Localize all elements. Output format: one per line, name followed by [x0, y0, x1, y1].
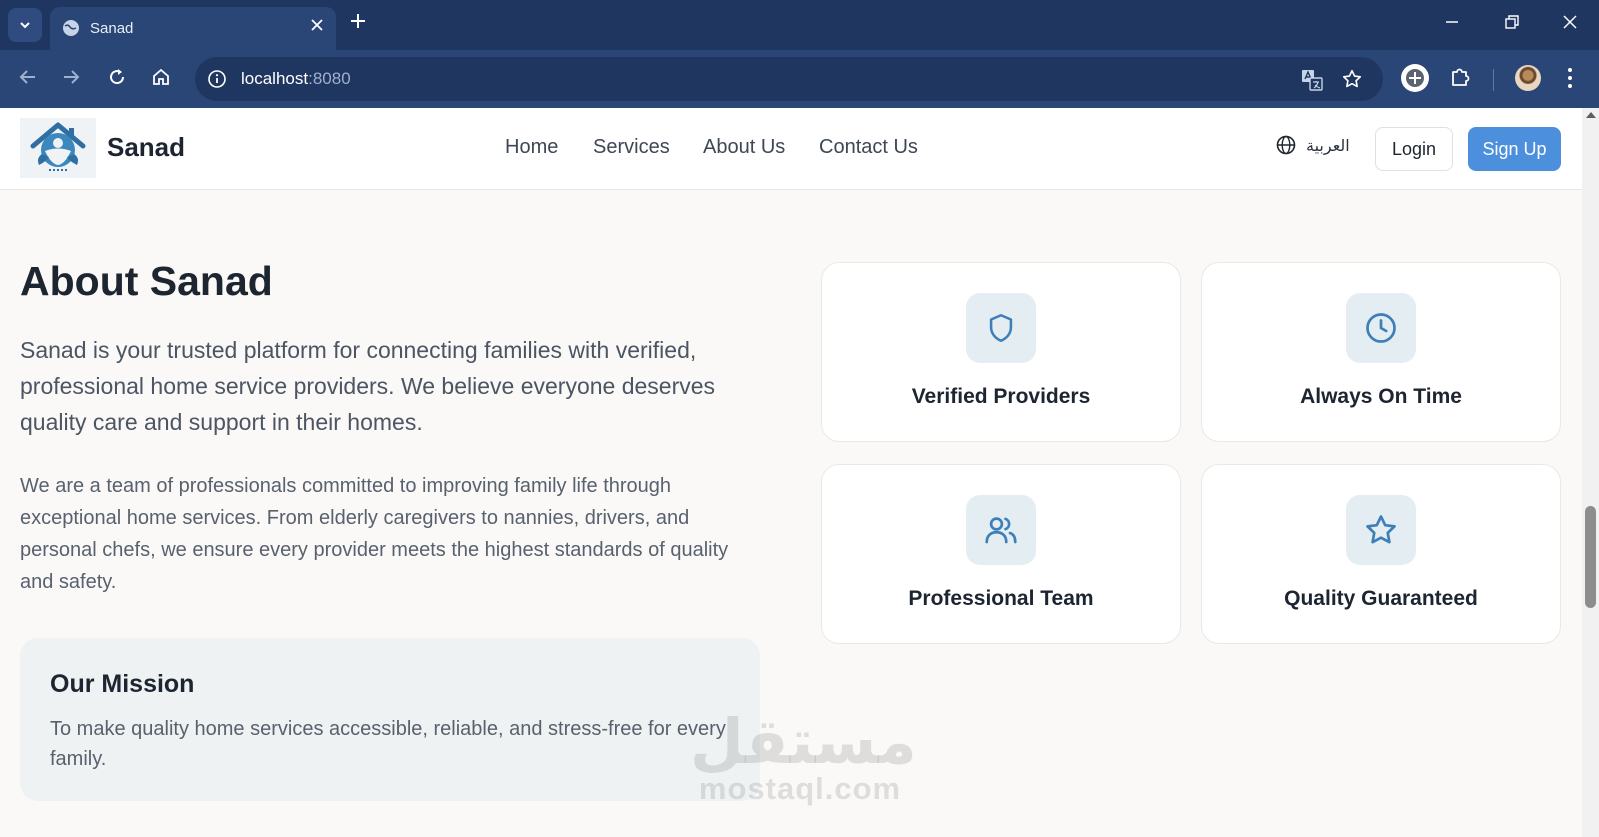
- feature-card-verified-providers: Verified Providers: [821, 262, 1181, 442]
- feature-label: Quality Guaranteed: [1284, 587, 1478, 610]
- watermark-latin: mostaql.com: [698, 771, 902, 806]
- scroll-up-arrow-icon[interactable]: [1586, 112, 1596, 118]
- back-arrow-icon[interactable]: [18, 67, 38, 87]
- site-header: Sanad Home Services About Us Contact Us …: [0, 108, 1582, 190]
- address-bar[interactable]: localhost:8080: [195, 57, 1383, 101]
- about-body-paragraph: We are a team of professionals committed…: [20, 475, 729, 593]
- browser-toolbar: localhost:8080: [0, 50, 1599, 108]
- mission-title: Our Mission: [50, 670, 195, 698]
- browser-tab[interactable]: Sanad: [50, 7, 336, 50]
- feature-icon-box: [1346, 495, 1416, 565]
- new-tab-icon[interactable]: [350, 13, 366, 29]
- nav-link-home[interactable]: Home: [505, 136, 558, 159]
- clock-icon: [1366, 313, 1396, 343]
- watermark-arabic: مستقل: [690, 705, 917, 778]
- forward-arrow-icon[interactable]: [61, 67, 81, 87]
- feature-label: Always On Time: [1300, 385, 1462, 408]
- shield-icon: [989, 313, 1013, 343]
- chevron-down-icon: [20, 22, 30, 29]
- feature-label: Professional Team: [908, 587, 1094, 610]
- users-icon: [985, 517, 1017, 544]
- browser-tab-bar: Sanad: [0, 0, 1599, 50]
- url-text: localhost:8080: [241, 69, 351, 89]
- mission-card: Our Mission To make quality home service…: [20, 638, 760, 801]
- window-close-icon[interactable]: [1563, 15, 1577, 29]
- globe-icon: [63, 20, 79, 36]
- extension-badge-icon[interactable]: [1400, 63, 1430, 93]
- site-info-icon[interactable]: [207, 69, 227, 89]
- page-viewport: Sanad Home Services About Us Contact Us …: [0, 108, 1582, 837]
- feature-icon-box: [966, 293, 1036, 363]
- bookmark-star-icon[interactable]: [1341, 68, 1363, 90]
- nav-link-about-us[interactable]: About Us: [703, 136, 785, 159]
- url-host: localhost: [241, 69, 309, 88]
- star-icon: [1366, 515, 1396, 544]
- feature-card-always-on-time: Always On Time: [1201, 262, 1561, 442]
- sanad-logo[interactable]: [20, 118, 96, 178]
- feature-card-quality-guaranteed: Quality Guaranteed: [1201, 464, 1561, 644]
- scroll-thumb[interactable]: [1585, 506, 1596, 608]
- language-switcher[interactable]: العربية: [1276, 135, 1350, 155]
- translate-icon[interactable]: [1301, 69, 1323, 91]
- sign-up-button[interactable]: Sign Up: [1468, 127, 1561, 171]
- mission-text: To make quality home services accessible…: [50, 718, 726, 770]
- nav-link-services[interactable]: Services: [593, 136, 670, 159]
- about-title: About Sanad: [20, 258, 273, 304]
- url-port: :8080: [308, 69, 351, 88]
- profile-avatar[interactable]: [1515, 65, 1541, 91]
- reload-icon[interactable]: [107, 67, 127, 87]
- about-lead-paragraph: Sanad is your trusted platform for conne…: [20, 337, 716, 435]
- feature-icon-box: [966, 495, 1036, 565]
- minimize-icon[interactable]: [1445, 15, 1459, 29]
- login-button[interactable]: Login: [1375, 127, 1453, 171]
- feature-icon-box: [1346, 293, 1416, 363]
- home-icon[interactable]: [151, 67, 171, 87]
- feature-label: Verified Providers: [911, 385, 1091, 408]
- language-label: العربية: [1306, 135, 1350, 155]
- nav-link-contact-us[interactable]: Contact Us: [819, 136, 918, 159]
- globe-icon: [1276, 135, 1296, 155]
- restore-icon[interactable]: [1505, 15, 1519, 29]
- mostaql-watermark: مستقل mostaql.com: [690, 705, 917, 806]
- page-scrollbar[interactable]: [1582, 108, 1599, 837]
- tab-search-button[interactable]: [8, 8, 42, 42]
- brand-name[interactable]: Sanad: [107, 132, 185, 163]
- toolbar-separator: [1493, 69, 1494, 91]
- close-icon[interactable]: [310, 18, 324, 32]
- extensions-puzzle-icon[interactable]: [1449, 65, 1473, 89]
- feature-card-professional-team: Professional Team: [821, 464, 1181, 644]
- sanad-logo-icon: [30, 122, 86, 171]
- tab-title: Sanad: [90, 20, 134, 37]
- more-menu-icon[interactable]: [1567, 67, 1573, 89]
